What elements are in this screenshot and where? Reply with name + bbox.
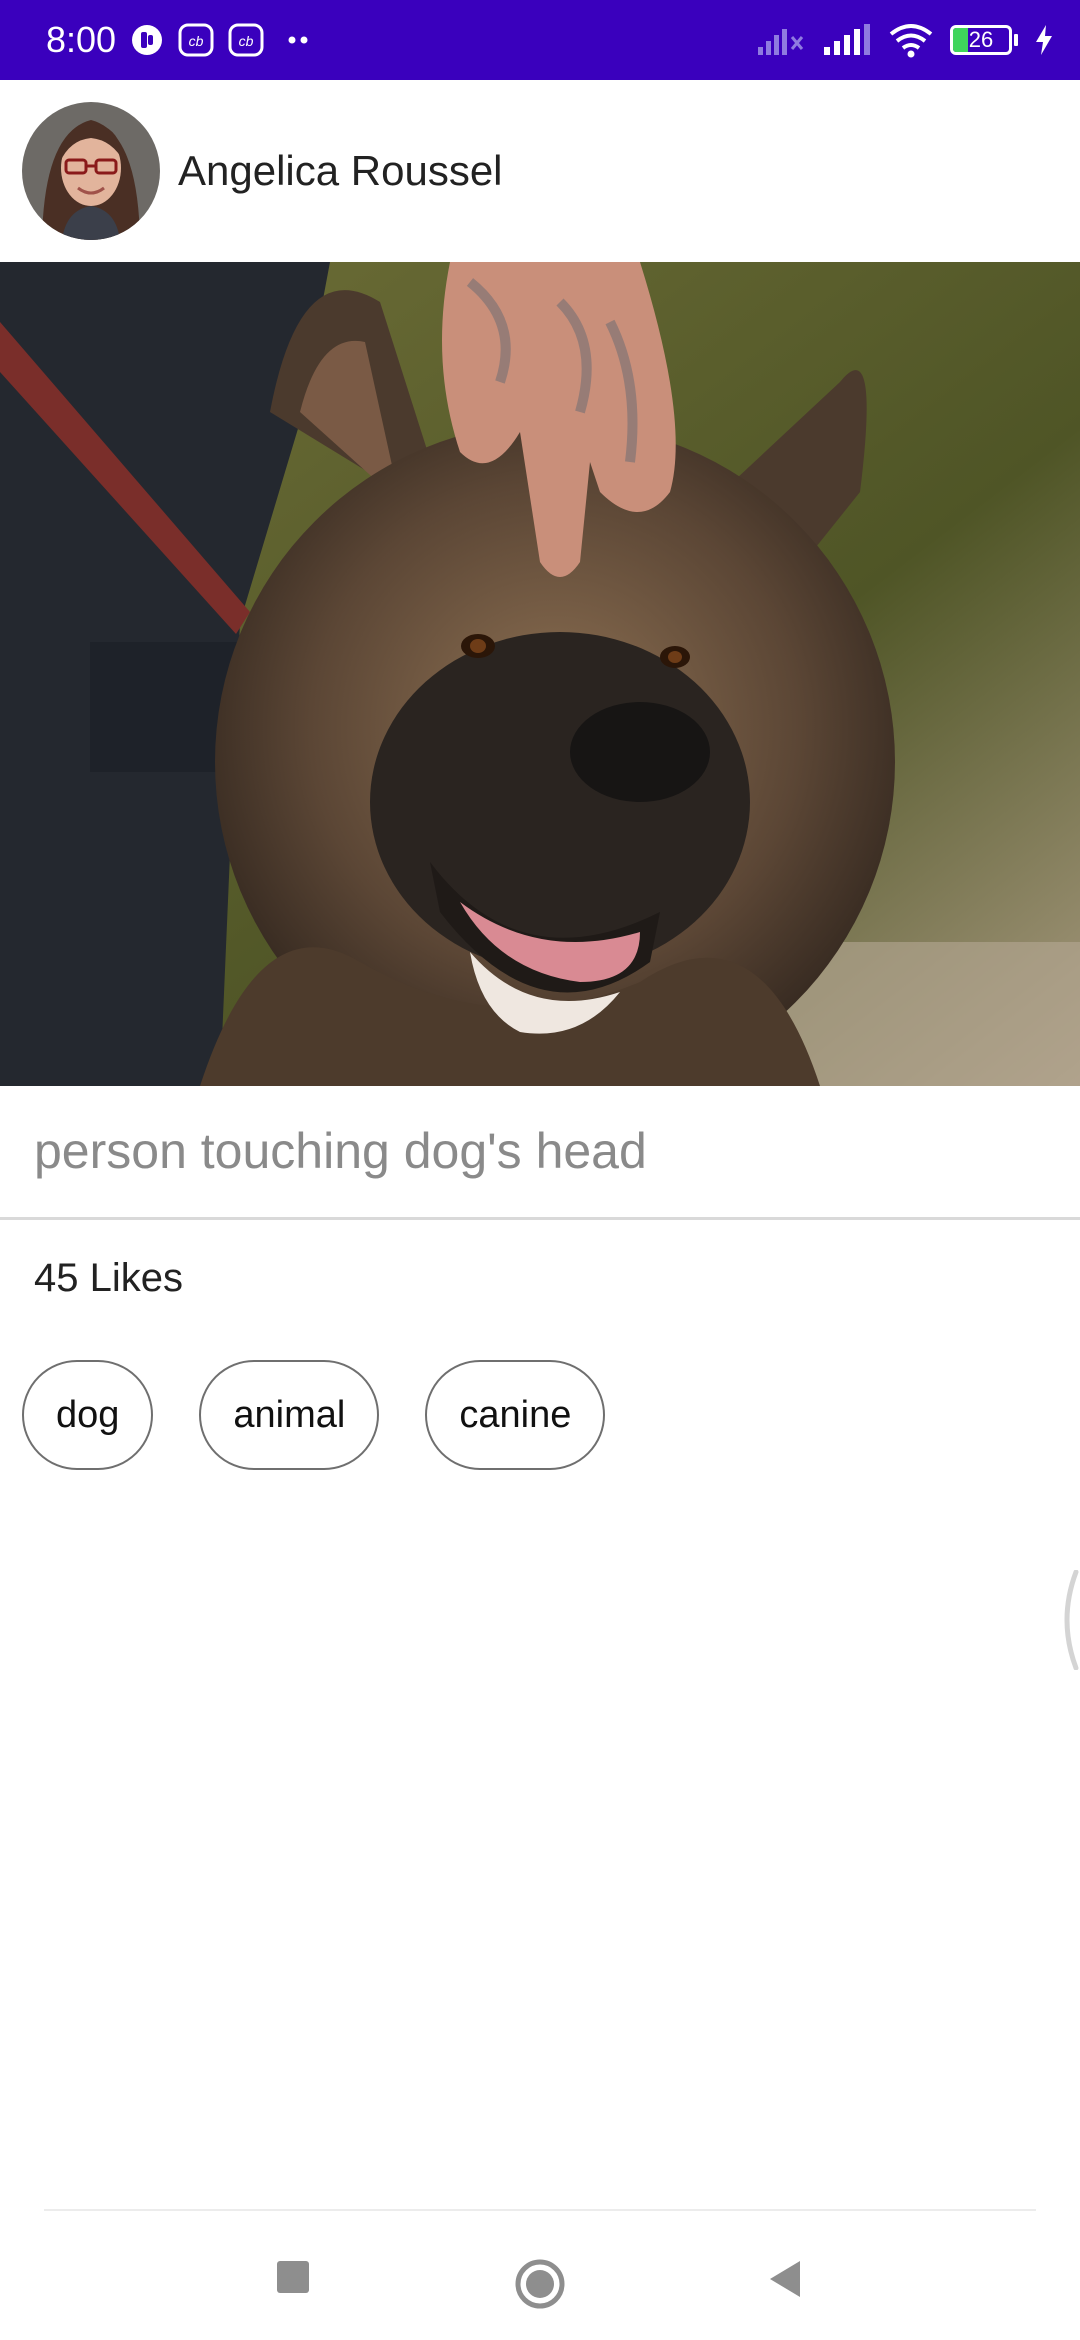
notification-icon [130,23,164,57]
post-image[interactable] [0,262,1080,1086]
recents-square-icon[interactable] [274,2258,312,2296]
system-nav-bar [0,2212,1080,2340]
battery-tip [1014,34,1018,46]
post-caption: person touching dog's head [34,1123,647,1179]
battery-fill [953,28,968,52]
status-right: 26 [756,22,1054,58]
cb-app-icon: cb [178,23,214,57]
status-left: 8:00 cb cb [46,19,318,61]
tag-chip-dog[interactable]: dog [22,1360,154,1470]
signal-icon [822,23,872,57]
battery-body: 26 [950,25,1012,55]
svg-text:cb: cb [189,33,204,49]
home-circle-icon[interactable] [514,2258,566,2310]
post-header: Angelica Roussel [0,80,1080,262]
author-name[interactable]: Angelica Roussel [178,147,503,195]
battery-level: 26 [968,27,994,52]
edge-handle[interactable] [1052,1569,1080,1671]
tag-list: dog animal canine [22,1360,606,1470]
status-time: 8:00 [46,19,117,60]
no-signal-icon [756,23,806,57]
wifi-icon [888,22,934,58]
status-bar: 8:00 cb cb 26 [0,0,1080,80]
back-triangle-icon[interactable] [766,2258,804,2300]
caption-divider [0,1217,1080,1220]
more-dots-icon [278,30,318,50]
tag-chip-animal[interactable]: animal [199,1360,380,1470]
avatar[interactable] [22,102,160,240]
charging-icon [1034,24,1054,56]
nav-divider [44,2209,1036,2211]
cb-app-icon: cb [228,23,264,57]
likes-count[interactable]: 45 Likes [34,1256,183,1301]
tag-chip-canine[interactable]: canine [425,1360,606,1470]
svg-text:cb: cb [239,33,254,49]
battery-icon: 26 [950,25,1018,55]
